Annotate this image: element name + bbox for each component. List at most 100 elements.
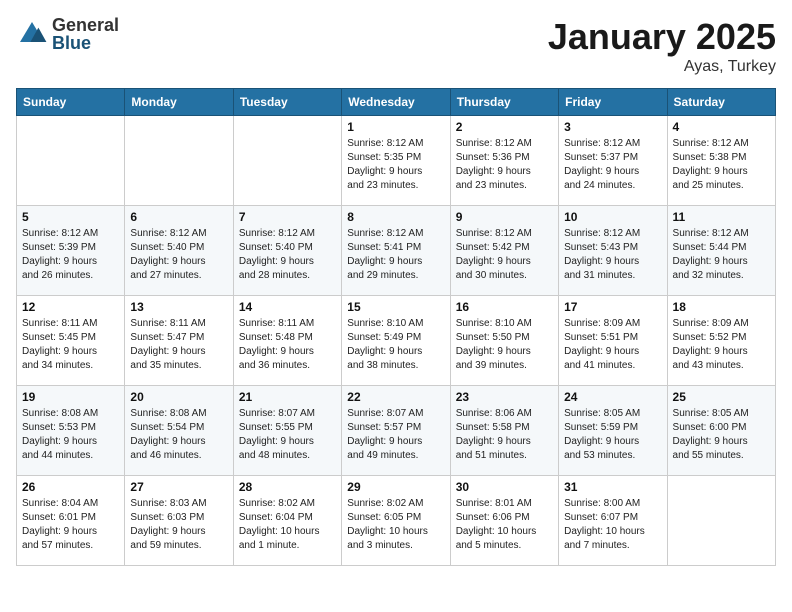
calendar-cell: 28 Sunrise: 8:02 AMSunset: 6:04 PMDayligh… bbox=[233, 476, 341, 566]
day-info: Sunrise: 8:02 AMSunset: 6:04 PMDaylight:… bbox=[239, 497, 336, 553]
calendar-week-5: 26 Sunrise: 8:04 AMSunset: 6:01 PMDayligh… bbox=[17, 476, 776, 566]
calendar-cell: 19Sunrise: 8:08 AMSunset: 5:53 PMDayligh… bbox=[17, 386, 125, 476]
logo: General Blue bbox=[16, 16, 119, 52]
day-number: 8 bbox=[347, 210, 444, 224]
day-number: 11 bbox=[673, 210, 770, 224]
day-info: Sunrise: 8:05 AMSunset: 6:00 PMDaylight:… bbox=[673, 407, 770, 463]
day-info: Sunrise: 8:12 AMSunset: 5:36 PMDaylight:… bbox=[456, 137, 553, 193]
day-info: Sunrise: 8:12 AMSunset: 5:41 PMDaylight:… bbox=[347, 227, 444, 283]
day-number: 9 bbox=[456, 210, 553, 224]
day-number: 28 bbox=[239, 480, 336, 494]
calendar-cell: 18 Sunrise: 8:09 AMSunset: 5:52 PMDayligh… bbox=[667, 296, 775, 386]
day-number: 16 bbox=[456, 300, 553, 314]
day-number: 31 bbox=[564, 480, 661, 494]
calendar-week-2: 5 Sunrise: 8:12 AMSunset: 5:39 PMDaylight… bbox=[17, 206, 776, 296]
calendar-cell: 26 Sunrise: 8:04 AMSunset: 6:01 PMDayligh… bbox=[17, 476, 125, 566]
calendar-cell: 15Sunrise: 8:10 AMSunset: 5:49 PMDayligh… bbox=[342, 296, 450, 386]
day-number: 20 bbox=[130, 390, 227, 404]
calendar-cell: 9 Sunrise: 8:12 AMSunset: 5:42 PMDaylight… bbox=[450, 206, 558, 296]
day-info: Sunrise: 8:12 AMSunset: 5:44 PMDaylight:… bbox=[673, 227, 770, 283]
logo-text: General Blue bbox=[52, 16, 119, 52]
day-info: Sunrise: 8:11 AMSunset: 5:45 PMDaylight:… bbox=[22, 317, 119, 373]
calendar-cell bbox=[17, 116, 125, 206]
day-info: Sunrise: 8:02 AMSunset: 6:05 PMDaylight:… bbox=[347, 497, 444, 553]
day-info: Sunrise: 8:09 AMSunset: 5:51 PMDaylight:… bbox=[564, 317, 661, 373]
calendar-cell: 30 Sunrise: 8:01 AMSunset: 6:06 PMDayligh… bbox=[450, 476, 558, 566]
page-header: General Blue January 2025 Ayas, Turkey bbox=[16, 16, 776, 76]
day-number: 18 bbox=[673, 300, 770, 314]
calendar-cell: 8 Sunrise: 8:12 AMSunset: 5:41 PMDaylight… bbox=[342, 206, 450, 296]
day-info: Sunrise: 8:05 AMSunset: 5:59 PMDaylight:… bbox=[564, 407, 661, 463]
logo-blue: Blue bbox=[52, 34, 119, 52]
calendar-cell: 17 Sunrise: 8:09 AMSunset: 5:51 PMDayligh… bbox=[559, 296, 667, 386]
calendar-cell bbox=[667, 476, 775, 566]
day-number: 25 bbox=[673, 390, 770, 404]
day-info: Sunrise: 8:11 AMSunset: 5:48 PMDaylight:… bbox=[239, 317, 336, 373]
day-number: 17 bbox=[564, 300, 661, 314]
day-number: 13 bbox=[130, 300, 227, 314]
day-info: Sunrise: 8:12 AMSunset: 5:37 PMDaylight:… bbox=[564, 137, 661, 193]
calendar-cell: 13Sunrise: 8:11 AMSunset: 5:47 PMDayligh… bbox=[125, 296, 233, 386]
logo-general: General bbox=[52, 16, 119, 34]
calendar-cell bbox=[233, 116, 341, 206]
day-info: Sunrise: 8:01 AMSunset: 6:06 PMDaylight:… bbox=[456, 497, 553, 553]
calendar-cell: 11 Sunrise: 8:12 AMSunset: 5:44 PMDayligh… bbox=[667, 206, 775, 296]
weekday-header-monday: Monday bbox=[125, 89, 233, 116]
day-info: Sunrise: 8:04 AMSunset: 6:01 PMDaylight:… bbox=[22, 497, 119, 553]
day-number: 29 bbox=[347, 480, 444, 494]
calendar-cell bbox=[125, 116, 233, 206]
weekday-header-thursday: Thursday bbox=[450, 89, 558, 116]
calendar-cell: 25 Sunrise: 8:05 AMSunset: 6:00 PMDayligh… bbox=[667, 386, 775, 476]
day-number: 23 bbox=[456, 390, 553, 404]
title-block: January 2025 Ayas, Turkey bbox=[548, 16, 776, 76]
calendar-cell: 20 Sunrise: 8:08 AMSunset: 5:54 PMDayligh… bbox=[125, 386, 233, 476]
month-title: January 2025 bbox=[548, 16, 776, 58]
location: Ayas, Turkey bbox=[548, 58, 776, 76]
calendar-cell: 6Sunrise: 8:12 AMSunset: 5:40 PMDaylight… bbox=[125, 206, 233, 296]
day-number: 30 bbox=[456, 480, 553, 494]
day-number: 22 bbox=[347, 390, 444, 404]
day-number: 10 bbox=[564, 210, 661, 224]
day-info: Sunrise: 8:10 AMSunset: 5:50 PMDaylight:… bbox=[456, 317, 553, 373]
calendar-cell: 27 Sunrise: 8:03 AMSunset: 6:03 PMDayligh… bbox=[125, 476, 233, 566]
logo-icon bbox=[16, 18, 48, 50]
weekday-header-saturday: Saturday bbox=[667, 89, 775, 116]
weekday-header-sunday: Sunday bbox=[17, 89, 125, 116]
day-info: Sunrise: 8:12 AMSunset: 5:39 PMDaylight:… bbox=[22, 227, 119, 283]
day-info: Sunrise: 8:10 AMSunset: 5:49 PMDaylight:… bbox=[347, 317, 444, 373]
day-info: Sunrise: 8:03 AMSunset: 6:03 PMDaylight:… bbox=[130, 497, 227, 553]
day-number: 6 bbox=[130, 210, 227, 224]
calendar-cell: 31 Sunrise: 8:00 AMSunset: 6:07 PMDayligh… bbox=[559, 476, 667, 566]
day-info: Sunrise: 8:12 AMSunset: 5:42 PMDaylight:… bbox=[456, 227, 553, 283]
day-info: Sunrise: 8:00 AMSunset: 6:07 PMDaylight:… bbox=[564, 497, 661, 553]
day-number: 5 bbox=[22, 210, 119, 224]
calendar-cell: 14 Sunrise: 8:11 AMSunset: 5:48 PMDayligh… bbox=[233, 296, 341, 386]
day-number: 26 bbox=[22, 480, 119, 494]
calendar-cell: 3Sunrise: 8:12 AMSunset: 5:37 PMDaylight… bbox=[559, 116, 667, 206]
day-number: 14 bbox=[239, 300, 336, 314]
calendar-cell: 29 Sunrise: 8:02 AMSunset: 6:05 PMDayligh… bbox=[342, 476, 450, 566]
calendar-cell: 2Sunrise: 8:12 AMSunset: 5:36 PMDaylight… bbox=[450, 116, 558, 206]
calendar-cell: 21 Sunrise: 8:07 AMSunset: 5:55 PMDayligh… bbox=[233, 386, 341, 476]
day-info: Sunrise: 8:12 AMSunset: 5:40 PMDaylight:… bbox=[239, 227, 336, 283]
calendar-cell: 16 Sunrise: 8:10 AMSunset: 5:50 PMDayligh… bbox=[450, 296, 558, 386]
calendar-cell: 24Sunrise: 8:05 AMSunset: 5:59 PMDayligh… bbox=[559, 386, 667, 476]
calendar-cell: 7 Sunrise: 8:12 AMSunset: 5:40 PMDaylight… bbox=[233, 206, 341, 296]
day-number: 7 bbox=[239, 210, 336, 224]
day-number: 27 bbox=[130, 480, 227, 494]
weekday-header-friday: Friday bbox=[559, 89, 667, 116]
day-number: 21 bbox=[239, 390, 336, 404]
day-number: 4 bbox=[673, 120, 770, 134]
day-info: Sunrise: 8:07 AMSunset: 5:55 PMDaylight:… bbox=[239, 407, 336, 463]
calendar-cell: 1Sunrise: 8:12 AMSunset: 5:35 PMDaylight… bbox=[342, 116, 450, 206]
calendar-cell: 12 Sunrise: 8:11 AMSunset: 5:45 PMDayligh… bbox=[17, 296, 125, 386]
day-info: Sunrise: 8:12 AMSunset: 5:43 PMDaylight:… bbox=[564, 227, 661, 283]
day-info: Sunrise: 8:12 AMSunset: 5:35 PMDaylight:… bbox=[347, 137, 444, 193]
day-info: Sunrise: 8:06 AMSunset: 5:58 PMDaylight:… bbox=[456, 407, 553, 463]
day-info: Sunrise: 8:08 AMSunset: 5:54 PMDaylight:… bbox=[130, 407, 227, 463]
day-number: 12 bbox=[22, 300, 119, 314]
calendar-cell: 5 Sunrise: 8:12 AMSunset: 5:39 PMDaylight… bbox=[17, 206, 125, 296]
weekday-header-row: SundayMondayTuesdayWednesdayThursdayFrid… bbox=[17, 89, 776, 116]
day-info: Sunrise: 8:09 AMSunset: 5:52 PMDaylight:… bbox=[673, 317, 770, 373]
day-info: Sunrise: 8:12 AMSunset: 5:38 PMDaylight:… bbox=[673, 137, 770, 193]
